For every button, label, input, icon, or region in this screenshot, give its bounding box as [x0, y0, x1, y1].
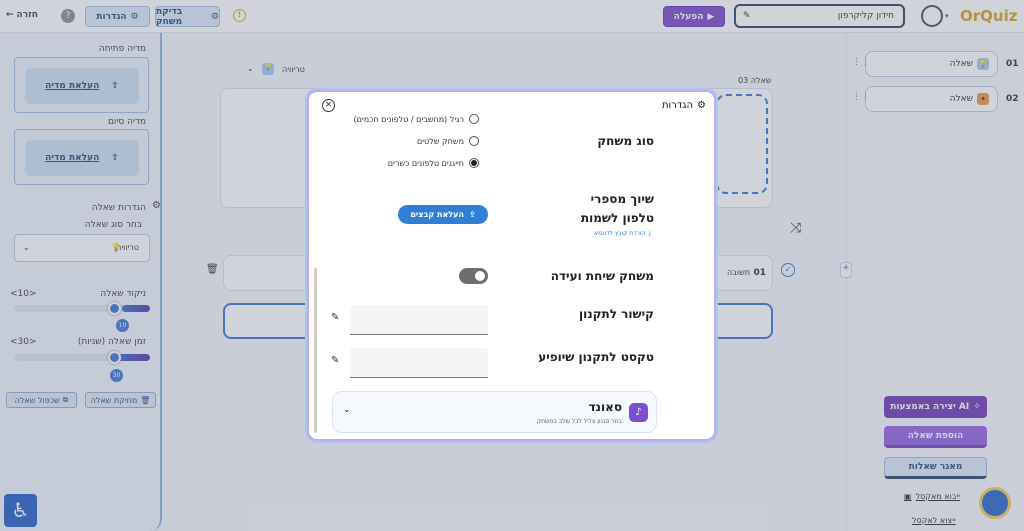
pencil-icon[interactable]: ✎ — [331, 355, 339, 366]
upload-icon: ⇪ — [468, 210, 476, 219]
chevron-down-icon[interactable]: ⌄ — [343, 405, 351, 415]
pencil-icon[interactable]: ✎ — [331, 312, 339, 323]
phone-mapping-label-line1: שיוך מספרי — [590, 192, 654, 206]
gear-icon: ⚙ — [697, 100, 706, 111]
regulation-link-label: קישור לתקנון — [579, 307, 654, 321]
modal-header: הגדרות ⚙ — [662, 100, 706, 111]
music-note-icon: ♪ — [629, 403, 648, 422]
download-icon: ⤓ — [648, 230, 652, 237]
sound-title: סאונד — [588, 400, 622, 414]
radio-button[interactable] — [469, 136, 479, 146]
toggle-knob — [475, 271, 485, 281]
download-example-link[interactable]: הורדת קובץ לדוגמא ⤓ — [594, 230, 651, 238]
modal-scrollbar[interactable] — [314, 268, 317, 433]
upload-files-button[interactable]: העלאת קבצים ⇪ — [398, 205, 488, 224]
radio-button[interactable] — [469, 114, 479, 124]
regulation-text-label: טקסט לתקנון שיופיע — [538, 350, 654, 364]
game-type-option-kosher-phones[interactable]: חייגנים טלפונים כשרים — [388, 158, 479, 168]
chat-game-label: משחק שיחת ועידה — [550, 269, 654, 283]
regulation-text-input[interactable] — [350, 348, 488, 378]
game-type-option-remotes[interactable]: משחק שלטים — [417, 136, 479, 146]
modal-title: הגדרות — [661, 100, 694, 111]
phone-mapping-label-line2: טלפון לשמות — [580, 211, 654, 225]
sound-subtitle: בחר סגנון צליל לכל שלב במשחק — [536, 418, 622, 425]
settings-modal: ✕ הגדרות ⚙ סוג משחק רגיל (מחשבים / טלפונ… — [307, 90, 716, 441]
game-type-label: סוג משחק — [597, 134, 654, 148]
game-type-option-regular[interactable]: רגיל (מחשבים / טלפונים חכמים) — [353, 114, 479, 124]
chat-game-toggle[interactable] — [459, 268, 488, 284]
radio-button[interactable] — [469, 158, 479, 168]
regulation-link-input[interactable] — [350, 305, 488, 335]
sound-accordion[interactable]: ♪ סאונד בחר סגנון צליל לכל שלב במשחק ⌄ — [332, 391, 657, 433]
close-icon[interactable]: ✕ — [322, 99, 335, 112]
